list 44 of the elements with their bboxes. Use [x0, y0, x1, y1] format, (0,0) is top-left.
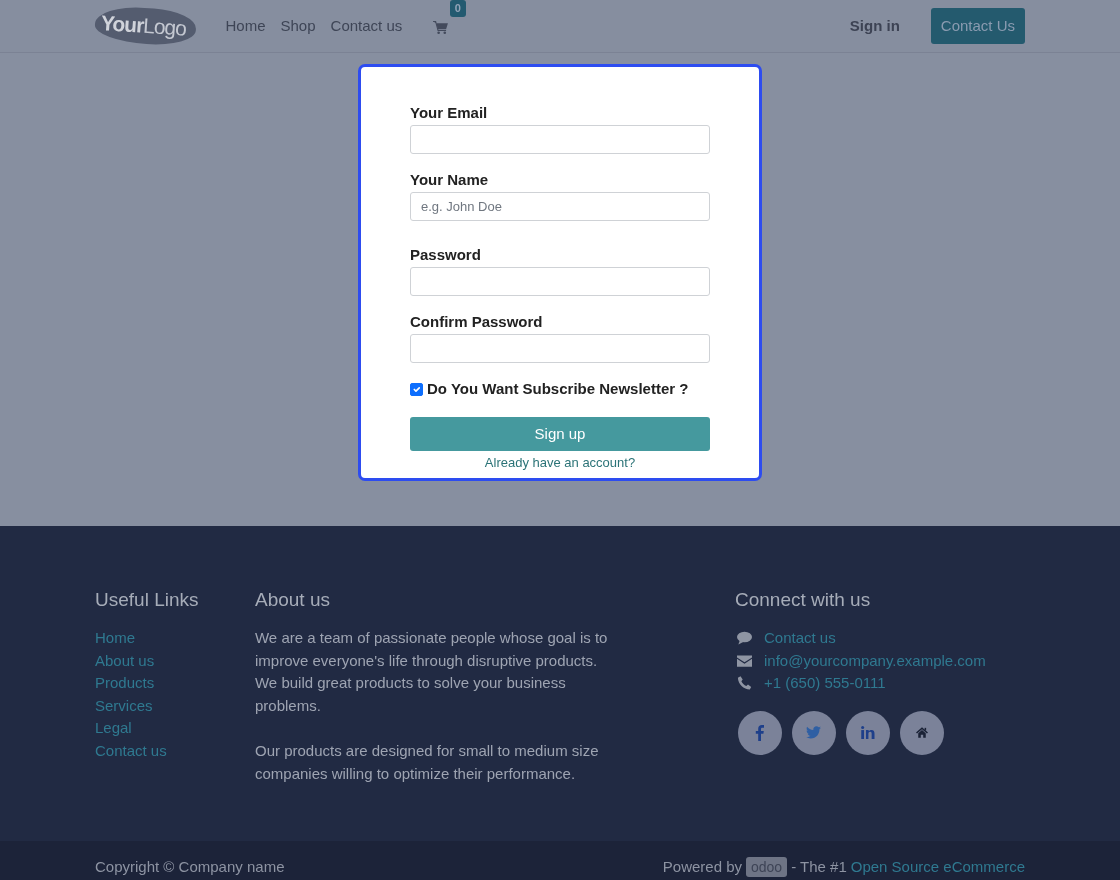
- field-label: Your Email: [410, 103, 489, 123]
- powered-by-text: Powered by: [662, 857, 742, 878]
- linkedin-icon: [860, 726, 875, 740]
- ecommerce-link[interactable]: Open Source eCommerce: [850, 856, 1025, 879]
- newsletter-checkbox[interactable]: [410, 382, 423, 396]
- envelope-icon: [736, 653, 752, 668]
- contact-link[interactable]: +1 (650) 555-0111: [763, 672, 886, 695]
- about-paragraph: We are a team of passionate people whose goal is to improve everyone's life through disruptive products. We build great products to solve your business problems.: [255, 628, 609, 716]
- footer-link[interactable]: Contact us: [95, 739, 225, 763]
- contact-link[interactable]: Contact us: [763, 627, 836, 650]
- newsletter-label: Do You Want Subscribe Newsletter ?: [427, 379, 689, 399]
- cart-icon: [432, 21, 448, 35]
- phone-icon: [736, 676, 752, 691]
- contact-link[interactable]: info@yourcompany.example.com: [763, 649, 986, 673]
- field-label: Confirm Password: [410, 312, 544, 332]
- bird-icon: [806, 726, 822, 740]
- chat-bubble-icon: [736, 631, 752, 646]
- contact-us-button[interactable]: Contact Us: [930, 8, 1025, 44]
- field-label: Password: [410, 245, 482, 265]
- input-field[interactable]: [410, 334, 710, 363]
- tagline-text: - The #1: [791, 857, 847, 878]
- nav-link[interactable]: Home: [218, 14, 273, 38]
- copyright-text: Copyright © Company name: [95, 857, 285, 878]
- footer-link[interactable]: Services: [95, 694, 225, 718]
- field-label: Your Name: [410, 170, 490, 190]
- footer-heading: About us: [255, 588, 331, 612]
- footer-link[interactable]: Products: [95, 672, 225, 695]
- facebook-icon: [755, 724, 765, 741]
- home-icon: [915, 727, 928, 739]
- sign-in-link[interactable]: Sign in: [849, 14, 900, 38]
- sign-up-button[interactable]: Sign up: [410, 417, 710, 451]
- nav-link[interactable]: Contact us: [323, 14, 410, 38]
- about-paragraph: Our products are designed for small to medium size companies willing to optimize their performance.: [255, 740, 600, 784]
- input-field[interactable]: e.g. John Doe: [410, 192, 710, 221]
- footer-link[interactable]: Legal: [95, 717, 225, 740]
- cart-count-badge: 0: [449, 0, 466, 17]
- footer-heading: Useful Links: [95, 588, 200, 612]
- footer-heading: Connect with us: [734, 588, 872, 612]
- footer-link[interactable]: Home: [95, 627, 225, 650]
- nav-link[interactable]: Shop: [273, 14, 324, 38]
- input-field[interactable]: [410, 267, 710, 296]
- login-link[interactable]: Already have an account?: [410, 455, 710, 470]
- footer-link[interactable]: About us: [95, 649, 225, 673]
- input-field[interactable]: [410, 125, 710, 154]
